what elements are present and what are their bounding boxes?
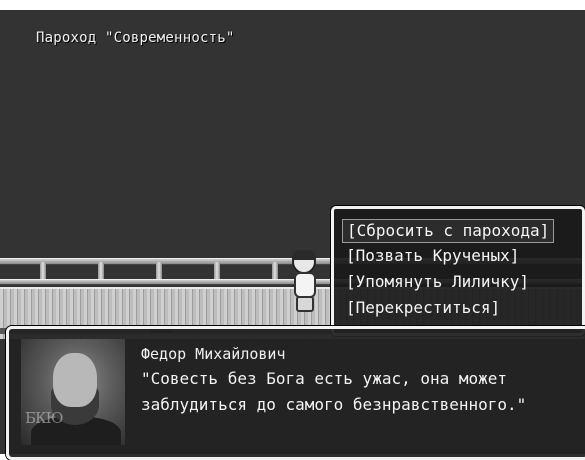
cropped-title-fragment [110,0,121,10]
player-character-sprite [288,250,316,320]
dialogue-window[interactable]: БКЮ Федор Михайлович "Совесть без Бога е… [6,326,585,460]
choice-option-cross-oneself[interactable]: [Перекреститься] [346,297,500,319]
sprite-hair [292,250,316,260]
speaker-name: Федор Михайлович [141,345,286,363]
location-label: Пароход "Современность" [36,30,235,46]
railing-post [40,262,46,280]
portrait-watermark: БКЮ [25,409,64,427]
sprite-body [294,272,316,298]
railing-post [214,262,220,280]
dialogue-line: "Совесть без Бога есть ужас, она может [141,369,508,388]
sprite-legs [296,296,314,312]
choice-menu: [Сбросить с парохода] [Позвать Крученых]… [331,206,585,336]
choice-option-mention-lilichka[interactable]: [Упомянуть Лиличку] [346,271,529,293]
choice-option-call-kruchenykh[interactable]: [Позвать Крученых] [346,245,519,267]
choice-option-throw-overboard[interactable]: [Сбросить с парохода] [342,219,555,243]
railing-post [272,262,278,280]
railing-post [156,262,162,280]
top-cropped-banner [0,0,585,10]
speaker-portrait: БКЮ [21,339,125,445]
railing-post [98,262,104,280]
portrait-face [53,353,97,407]
dialogue-line: заблудиться до самого безнравственного." [141,395,527,414]
